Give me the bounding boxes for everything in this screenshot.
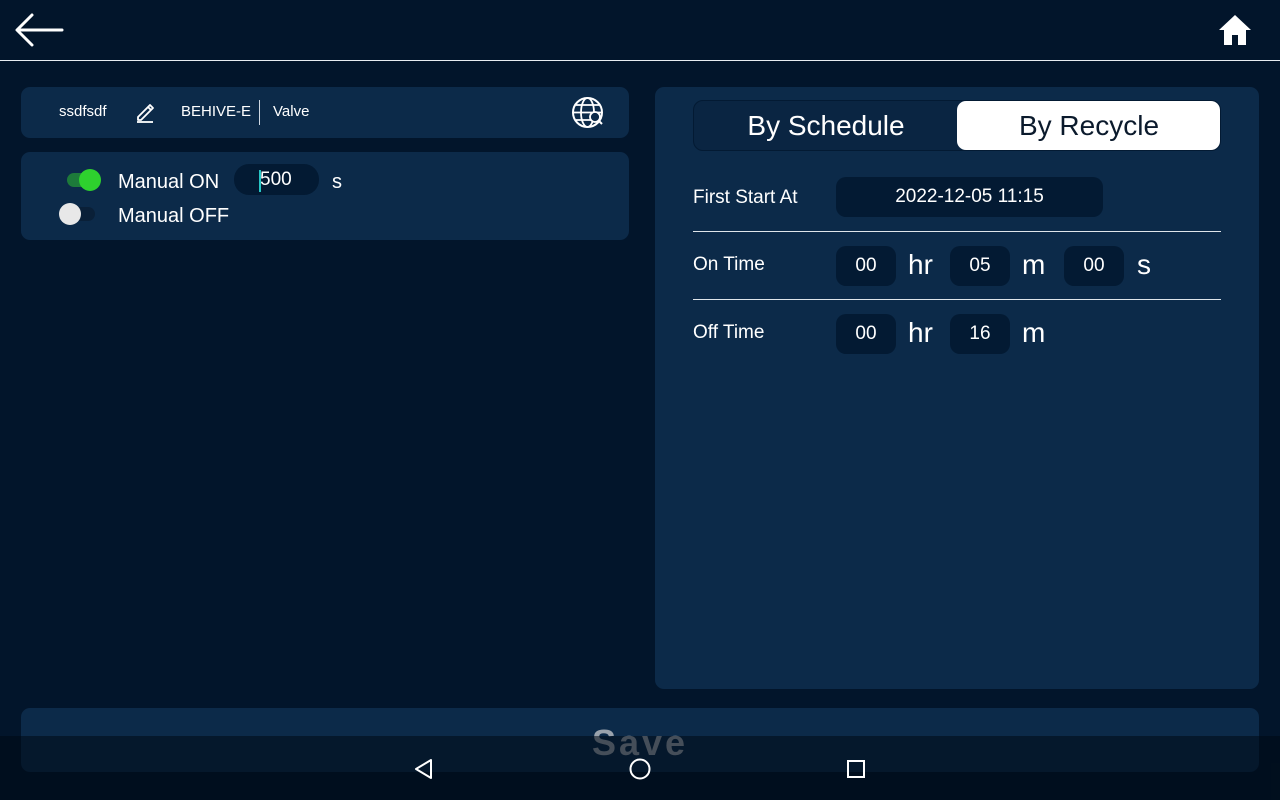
home-button[interactable] [1217,13,1253,47]
minutes-unit: m [1022,317,1046,348]
on-time-minutes-field[interactable]: 05 [950,246,1010,286]
on-time-seconds-field[interactable]: 00 [1064,246,1124,286]
globe-button[interactable] [571,96,604,129]
hours-unit: hr [908,317,933,348]
minutes-unit: m [1022,249,1046,280]
pencil-icon [137,104,154,123]
device-name: ssdfsdf [59,103,107,120]
toggle-knob [59,203,81,225]
toggle-knob [79,169,101,191]
device-info-panel: ssdfsdf BEHIVE-E Valve [21,87,629,138]
top-bar [0,0,1280,61]
edit-name-button[interactable] [134,101,156,123]
system-nav-bar [0,736,1280,800]
on-time-hours-field[interactable]: 00 [836,246,896,286]
device-type: Valve [273,103,310,120]
divider [693,231,1221,232]
system-back-button[interactable] [411,756,437,782]
seconds-unit: s [332,171,342,193]
back-button[interactable] [14,12,64,48]
off-time-hours-field[interactable]: 00 [836,314,896,354]
home-icon [1219,15,1251,45]
system-recents-button[interactable] [843,756,869,782]
divider [693,299,1221,300]
mode-tabs: By Schedule By Recycle [693,100,1221,151]
hours-unit: hr [908,249,933,280]
text-cursor [259,170,261,192]
first-start-field[interactable]: 2022-12-05 11:15 [836,177,1103,217]
manual-on-toggle[interactable] [61,168,101,192]
tab-by-recycle[interactable]: By Recycle [957,101,1220,150]
tab-by-schedule[interactable]: By Schedule [694,101,958,150]
globe-icon [572,97,603,128]
square-recents-icon [847,760,865,778]
arrow-left-icon [15,13,64,47]
manual-off-toggle[interactable] [59,202,99,226]
separator [259,100,260,125]
device-model: BEHIVE-E [181,103,252,120]
manual-control-panel: Manual ON s Manual OFF [21,152,629,240]
manual-on-label: Manual ON [118,171,220,193]
circle-home-icon [629,758,651,780]
on-time-label: On Time [693,254,765,275]
triangle-back-icon [415,759,432,779]
seconds-unit: s [1137,249,1151,280]
manual-on-seconds-input[interactable] [234,164,319,195]
off-time-minutes-field[interactable]: 16 [950,314,1010,354]
system-home-button[interactable] [627,756,653,782]
schedule-panel: By Schedule By Recycle First Start At 20… [655,87,1259,689]
first-start-label: First Start At [693,187,798,208]
manual-off-label: Manual OFF [118,205,230,227]
off-time-label: Off Time [693,322,765,343]
